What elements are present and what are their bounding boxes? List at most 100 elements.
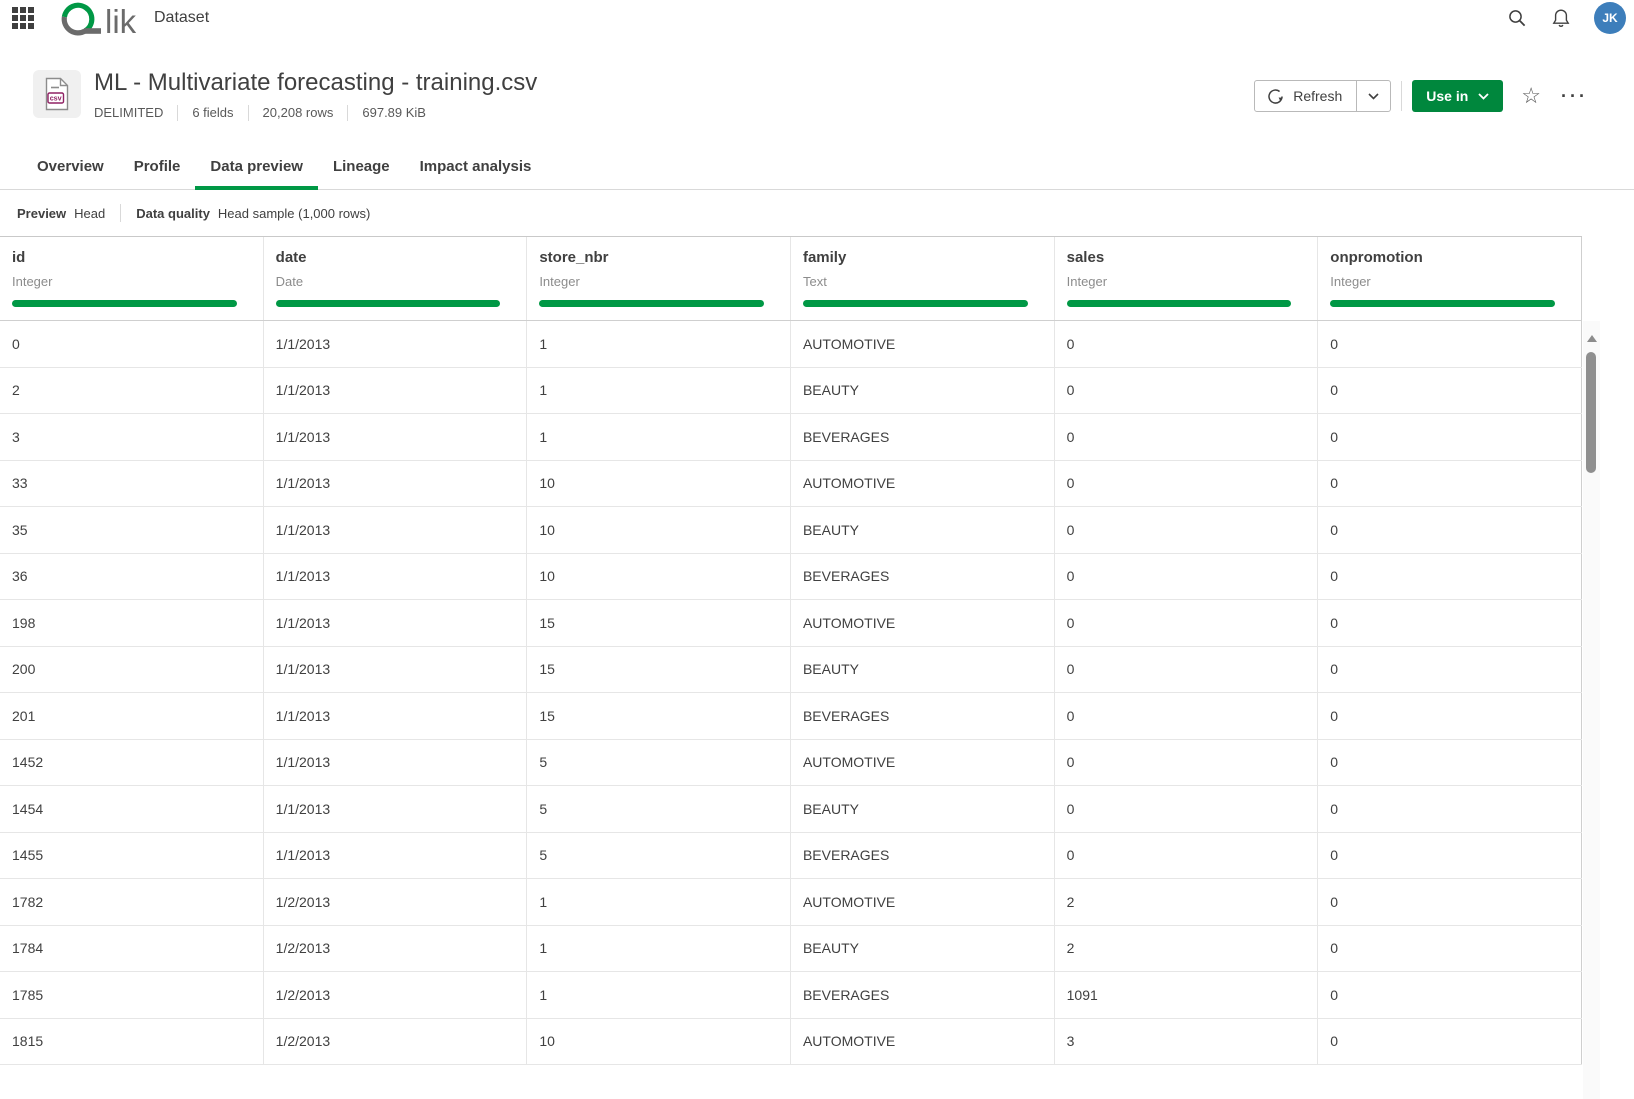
cell-date: 1/2/2013 [264, 972, 528, 1018]
tab-impact-analysis[interactable]: Impact analysis [405, 158, 547, 189]
column-type: Text [803, 273, 1054, 291]
cell-id: 198 [0, 600, 264, 646]
dataset-title: ML - Multivariate forecasting - training… [94, 70, 537, 96]
data-quality-bar [12, 300, 237, 307]
cell-id: 1784 [0, 926, 264, 972]
cell-id: 3 [0, 414, 264, 460]
column-name: family [803, 248, 1054, 268]
more-options-icon[interactable]: ··· [1561, 86, 1588, 107]
cell-store_nbr: 15 [527, 647, 791, 693]
cell-store_nbr: 1 [527, 879, 791, 925]
table-row: 14521/1/20135AUTOMOTIVE00 [0, 740, 1582, 787]
cell-date: 1/1/2013 [264, 833, 528, 879]
cell-family: BEVERAGES [791, 972, 1055, 1018]
column-name: store_nbr [539, 248, 790, 268]
cell-id: 35 [0, 507, 264, 553]
use-in-button[interactable]: Use in [1412, 80, 1503, 112]
table-header-row: idIntegerdateDate store_nbr Integer family T… [0, 237, 1582, 321]
table-row: 14541/1/20135BEAUTY00 [0, 786, 1582, 833]
data-preview-table: idIntegerdateDate store_nbr Integer family T… [0, 236, 1582, 1065]
vertical-scrollbar[interactable] [1583, 321, 1600, 1099]
cell-family: AUTOMOTIVE [791, 321, 1055, 367]
dataset-meta-item: 20,208 rows [248, 105, 334, 121]
column-name: onpromotion [1330, 248, 1581, 268]
data-quality-bar [1067, 300, 1292, 307]
cell-onpromotion: 0 [1318, 461, 1582, 507]
cell-store_nbr: 1 [527, 972, 791, 1018]
tab-overview[interactable]: Overview [22, 158, 119, 189]
cell-date: 1/1/2013 [264, 461, 528, 507]
favorite-star-icon[interactable]: ☆ [1521, 85, 1541, 107]
table-row: 17851/2/20131BEVERAGES10910 [0, 972, 1582, 1019]
svg-text:lik: lik [105, 3, 137, 36]
column-type: Integer [12, 273, 263, 291]
app-launcher-icon[interactable] [12, 7, 34, 29]
data-quality-bar [276, 300, 501, 307]
preview-label: Preview [17, 206, 66, 221]
cell-onpromotion: 0 [1318, 321, 1582, 367]
cell-id: 1815 [0, 1019, 264, 1065]
dataset-meta-item: 697.89 KiB [347, 105, 426, 121]
tab-data-preview[interactable]: Data preview [195, 158, 318, 189]
cell-id: 2 [0, 368, 264, 414]
cell-onpromotion: 0 [1318, 786, 1582, 832]
cell-onpromotion: 0 [1318, 740, 1582, 786]
actions-divider [1401, 81, 1402, 111]
cell-date: 1/1/2013 [264, 414, 528, 460]
cell-id: 1452 [0, 740, 264, 786]
table-row: 14551/1/20135BEVERAGES00 [0, 833, 1582, 880]
cell-sales: 0 [1055, 507, 1319, 553]
refresh-dropdown-button[interactable] [1356, 81, 1390, 111]
qlik-logo-icon: lik [58, 0, 138, 36]
data-quality-bar [539, 300, 764, 307]
tab-profile[interactable]: Profile [119, 158, 196, 189]
cell-date: 1/1/2013 [264, 368, 528, 414]
cell-store_nbr: 5 [527, 786, 791, 832]
cell-store_nbr: 15 [527, 693, 791, 739]
refresh-button[interactable]: Refresh [1255, 81, 1356, 111]
column-header-date: dateDate [264, 237, 528, 320]
cell-family: BEVERAGES [791, 554, 1055, 600]
cell-family: AUTOMOTIVE [791, 740, 1055, 786]
cell-sales: 0 [1055, 693, 1319, 739]
cell-id: 1455 [0, 833, 264, 879]
cell-date: 1/1/2013 [264, 554, 528, 600]
cell-store_nbr: 10 [527, 461, 791, 507]
notifications-bell-icon[interactable] [1550, 7, 1572, 29]
cell-id: 201 [0, 693, 264, 739]
cell-store_nbr: 10 [527, 554, 791, 600]
cell-id: 0 [0, 321, 264, 367]
table-row: 331/1/201310AUTOMOTIVE00 [0, 461, 1582, 508]
tab-lineage[interactable]: Lineage [318, 158, 405, 189]
dataset-header: csv ML - Multivariate forecasting - trai… [0, 36, 1634, 140]
preview-settings-bar: Preview Head Data quality Head sample (1… [0, 190, 1634, 236]
cell-family: AUTOMOTIVE [791, 879, 1055, 925]
cell-family: BEAUTY [791, 368, 1055, 414]
column-name: sales [1067, 248, 1318, 268]
scroll-up-arrow-icon[interactable] [1587, 335, 1597, 342]
data-quality-label: Data quality [136, 206, 210, 221]
cell-onpromotion: 0 [1318, 368, 1582, 414]
user-avatar[interactable]: JK [1594, 2, 1626, 34]
cell-family: AUTOMOTIVE [791, 461, 1055, 507]
csv-file-icon: csv [33, 70, 81, 118]
column-header-id: idInteger [0, 237, 264, 320]
cell-sales: 2 [1055, 926, 1319, 972]
cell-sales: 0 [1055, 647, 1319, 693]
column-type: Integer [539, 273, 790, 291]
cell-sales: 0 [1055, 368, 1319, 414]
cell-sales: 0 [1055, 740, 1319, 786]
cell-id: 36 [0, 554, 264, 600]
refresh-label: Refresh [1293, 88, 1342, 104]
scrollbar-thumb[interactable] [1586, 352, 1596, 473]
cell-id: 1785 [0, 972, 264, 1018]
cell-id: 1782 [0, 879, 264, 925]
cell-id: 1454 [0, 786, 264, 832]
search-icon[interactable] [1506, 7, 1528, 29]
cell-family: BEAUTY [791, 926, 1055, 972]
qlik-logo[interactable]: lik [58, 0, 138, 36]
column-type: Date [276, 273, 527, 291]
cell-date: 1/1/2013 [264, 507, 528, 553]
preview-bar-divider [120, 204, 121, 222]
cell-store_nbr: 1 [527, 368, 791, 414]
